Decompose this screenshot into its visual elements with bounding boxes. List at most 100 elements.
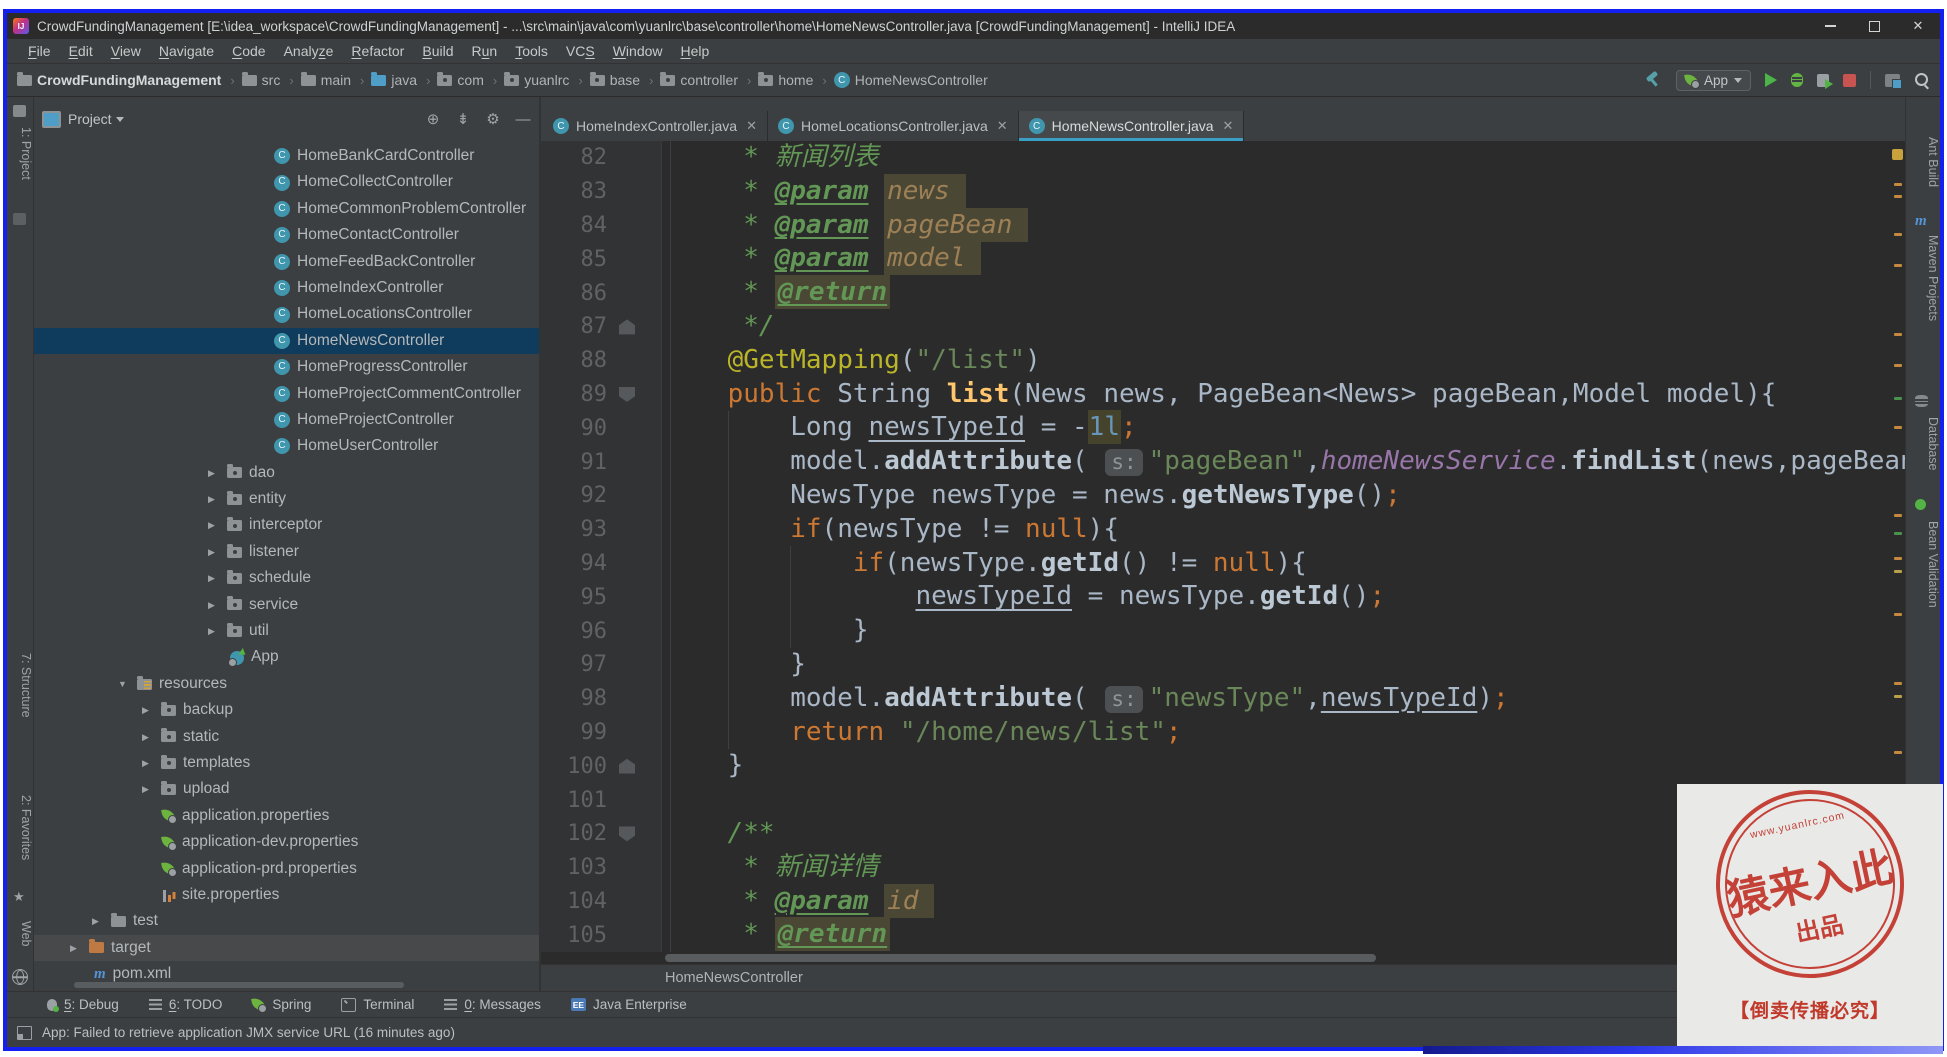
tree-item-entity[interactable]: ▶ entity [34,486,539,512]
error-stripe-mark[interactable] [1894,695,1902,698]
tree-item-static[interactable]: ▶ static [34,724,539,750]
tree-item-homenewscontroller[interactable]: C HomeNewsController [34,327,539,355]
collapse-all-icon[interactable]: ⇟ [455,110,471,128]
chevron-collapsed-icon[interactable]: ▶ [70,935,84,961]
chevron-collapsed-icon[interactable]: ▶ [142,750,156,776]
tab-homeindexcontroller-java[interactable]: C HomeIndexController.java ✕ [543,111,768,141]
error-stripe-mark[interactable] [1894,570,1902,573]
line-number-100[interactable]: 100 [541,754,607,779]
menu-item-file[interactable]: File [19,43,60,59]
breadcrumb-item-base[interactable]: base [589,72,640,88]
fold-marker[interactable] [619,386,635,402]
search-everywhere-icon[interactable] [1914,72,1930,88]
error-stripe-mark[interactable] [1894,195,1902,198]
tree-item-backup[interactable]: ▶ backup [34,697,539,723]
toolwindow-button-java-enterprise[interactable]: EE Java Enterprise [570,997,687,1012]
maximize-button[interactable] [1852,13,1896,39]
tool-strip-label-2-favorites[interactable]: 2: Favorites [7,795,33,860]
tree-item-app[interactable]: App [34,644,539,670]
line-number-83[interactable]: 83 [541,179,608,204]
toolwindow-button-6-todo[interactable]: 6: TODO [148,997,222,1012]
panel-icon[interactable] [13,213,26,225]
tree-item-homecommonproblemcontroller[interactable]: C HomeCommonProblemController [34,196,539,222]
line-number-97[interactable]: 97 [541,652,608,677]
line-number-104[interactable]: 104 [541,889,607,914]
line-number-86[interactable]: 86 [541,281,608,306]
menu-item-window[interactable]: Window [604,43,672,59]
line-number-99[interactable]: 99 [541,720,608,745]
tree-item-application-properties[interactable]: application.properties [34,803,539,829]
chevron-collapsed-icon[interactable]: ▶ [142,776,156,802]
line-number-105[interactable]: 105 [541,923,607,948]
breadcrumb-item-com[interactable]: com [437,72,484,88]
tree-item-target[interactable]: ▶ target [34,934,539,962]
breadcrumb-item-controller[interactable]: controller [660,72,738,88]
tree-item-service[interactable]: ▶ service [34,592,539,618]
error-stripe-mark[interactable] [1894,183,1902,186]
chevron-collapsed-icon[interactable]: ▶ [208,565,222,591]
tool-strip-label-maven-projects[interactable]: Maven Projects [1906,235,1940,321]
close-tab-icon[interactable]: ✕ [997,118,1008,134]
tree-item-homelocationscontroller[interactable]: C HomeLocationsController [34,301,539,327]
bean-validation-icon[interactable] [1915,499,1926,510]
toolwindow-button-5-debug[interactable]: 5: Debug [47,997,119,1012]
chevron-collapsed-icon[interactable]: ▶ [92,908,106,934]
fold-marker[interactable] [619,319,635,335]
chevron-collapsed-icon[interactable]: ▶ [208,460,222,486]
tab-homenewscontroller-java[interactable]: C HomeNewsController.java ✕ [1018,111,1245,141]
line-number-85[interactable]: 85 [541,247,608,272]
tree-item-util[interactable]: ▶ util [34,618,539,644]
tree-item-dao[interactable]: ▶ dao [34,460,539,486]
close-button[interactable]: ✕ [1896,13,1940,39]
tool-strip-label-7-structure[interactable]: 7: Structure [7,653,33,718]
line-number-87[interactable]: 87 [541,314,608,339]
tree-item-homefeedbackcontroller[interactable]: C HomeFeedBackController [34,249,539,275]
tree-item-homecollectcontroller[interactable]: C HomeCollectController [34,169,539,195]
toolwindow-button-spring[interactable]: Spring [252,997,311,1013]
error-stripe-mark[interactable] [1894,613,1902,616]
line-number-96[interactable]: 96 [541,619,608,644]
database-icon[interactable] [1915,395,1928,407]
menu-item-help[interactable]: Help [672,43,719,59]
toolwindow-button-0-messages[interactable]: 0: Messages [444,997,541,1012]
menu-item-run[interactable]: Run [463,43,507,59]
tree-item-upload[interactable]: ▶ upload [34,776,539,802]
tree-item-homecontactcontroller[interactable]: C HomeContactController [34,222,539,248]
chevron-collapsed-icon[interactable]: ▶ [208,539,222,565]
tree-item-homeindexcontroller[interactable]: C HomeIndexController [34,275,539,301]
coverage-button[interactable] [1817,73,1833,89]
editor-gutter[interactable]: 82 83 84 85 86 87 88 89 90 91 92 93 94 95 96 97 98 99 100 1… [541,141,662,952]
line-number-98[interactable]: 98 [541,686,608,711]
breadcrumb-item-src[interactable]: src [241,72,280,88]
tool-strip-label-database[interactable]: Database [1906,417,1940,471]
debug-button[interactable] [1791,73,1803,87]
chevron-down-icon[interactable] [115,116,124,122]
locate-icon[interactable]: ⊕ [425,110,441,128]
tree-item-homeusercontroller[interactable]: C HomeUserController [34,433,539,459]
editor-breadcrumb-item[interactable]: HomeNewsController [665,970,803,986]
tab-homelocationscontroller-java[interactable]: C HomeLocationsController.java ✕ [768,111,1019,141]
tool-strip-label-bean-validation[interactable]: Bean Validation [1906,521,1940,608]
run-configuration-select[interactable]: App [1675,69,1751,91]
tree-item-resources[interactable]: ▼ resources [34,671,539,697]
web-globe-icon[interactable] [12,969,28,985]
line-number-102[interactable]: 102 [541,821,607,846]
error-stripe-mark[interactable] [1894,233,1902,236]
line-number-82[interactable]: 82 [541,145,608,170]
error-stripe-mark[interactable] [1894,364,1902,367]
line-number-94[interactable]: 94 [541,551,608,576]
menu-item-analyze[interactable]: Analyze [275,43,343,59]
menu-item-view[interactable]: View [102,43,150,59]
breadcrumb-item-main[interactable]: main [300,72,351,88]
tree-item-schedule[interactable]: ▶ schedule [34,565,539,591]
tree-item-test[interactable]: ▶ test [34,908,539,934]
tree-item-homeprojectcommentcontroller[interactable]: C HomeProjectCommentController [34,381,539,407]
tree-item-interceptor[interactable]: ▶ interceptor [34,512,539,538]
line-number-101[interactable]: 101 [541,788,607,813]
chevron-collapsed-icon[interactable]: ▶ [208,592,222,618]
tree-item-listener[interactable]: ▶ listener [34,539,539,565]
menu-item-tools[interactable]: Tools [506,43,557,59]
maven-icon[interactable]: m [1915,213,1927,230]
editor-hscrollbar-thumb[interactable] [665,954,1376,962]
error-stripe-mark[interactable] [1894,682,1902,685]
